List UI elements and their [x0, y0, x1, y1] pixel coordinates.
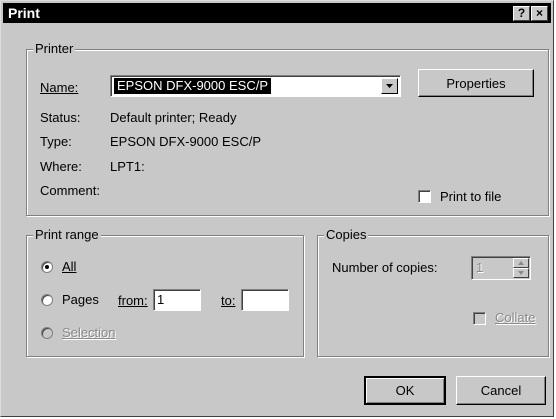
ok-button[interactable]: OK — [364, 376, 446, 405]
comment-label: Comment: — [40, 183, 100, 198]
copies-value: 1 — [476, 260, 484, 275]
close-button[interactable]: × — [531, 6, 548, 21]
help-button[interactable]: ? — [513, 6, 530, 21]
print-range-group: Print range All Pages from: 1 to: Select… — [26, 227, 304, 357]
from-page-value: 1 — [157, 292, 165, 307]
all-radio[interactable] — [41, 261, 53, 273]
copies-up-button[interactable] — [513, 258, 529, 268]
name-label: Name: — [40, 80, 79, 95]
type-value: EPSON DFX-9000 ESC/P — [110, 134, 261, 149]
pages-label[interactable]: Pages — [62, 292, 99, 308]
title-bar[interactable]: Print ? × — [3, 3, 551, 23]
where-label: Where: — [40, 159, 82, 174]
copies-group: Copies Number of copies: 1 Collate — [317, 227, 549, 357]
from-page-input[interactable]: 1 — [153, 289, 201, 311]
status-value: Default printer; Ready — [110, 110, 237, 125]
cancel-button[interactable]: Cancel — [456, 376, 546, 405]
chevron-down-icon — [386, 84, 393, 88]
printer-group-label: Printer — [33, 41, 76, 57]
collate-checkbox[interactable] — [473, 312, 486, 325]
to-page-input[interactable] — [241, 289, 289, 311]
all-label[interactable]: All — [62, 259, 76, 275]
print-to-file-label[interactable]: Print to file — [440, 189, 501, 205]
printer-name-value: EPSON DFX-9000 ESC/P — [114, 78, 271, 94]
to-label: to: — [221, 293, 236, 308]
printer-name-select[interactable]: EPSON DFX-9000 ESC/P — [110, 75, 401, 97]
collate-label: Collate — [495, 310, 536, 325]
dropdown-arrow-button[interactable] — [381, 78, 398, 94]
print-dialog: Print ? × Printer Name: EPSON DFX-9000 E… — [0, 0, 554, 417]
dialog-title: Print — [8, 5, 40, 21]
number-of-copies-label: Number of copies: — [332, 260, 438, 275]
selection-label: Selection — [62, 325, 116, 340]
copies-group-label: Copies — [324, 227, 369, 243]
selection-radio[interactable] — [41, 327, 53, 339]
print-range-group-label: Print range — [33, 227, 101, 243]
copies-spinner[interactable]: 1 — [471, 256, 531, 280]
printer-group: Printer Name: EPSON DFX-9000 ESC/P Prope… — [26, 41, 549, 216]
print-to-file-checkbox[interactable] — [418, 190, 431, 203]
status-label: Status: — [40, 110, 81, 125]
properties-button[interactable]: Properties — [418, 69, 534, 97]
arrow-up-icon — [518, 261, 524, 265]
type-label: Type: — [40, 134, 72, 149]
pages-radio[interactable] — [41, 294, 53, 306]
where-value: LPT1: — [110, 159, 145, 174]
from-label: from: — [118, 293, 148, 308]
copies-down-button[interactable] — [513, 268, 529, 278]
arrow-down-icon — [518, 271, 524, 275]
